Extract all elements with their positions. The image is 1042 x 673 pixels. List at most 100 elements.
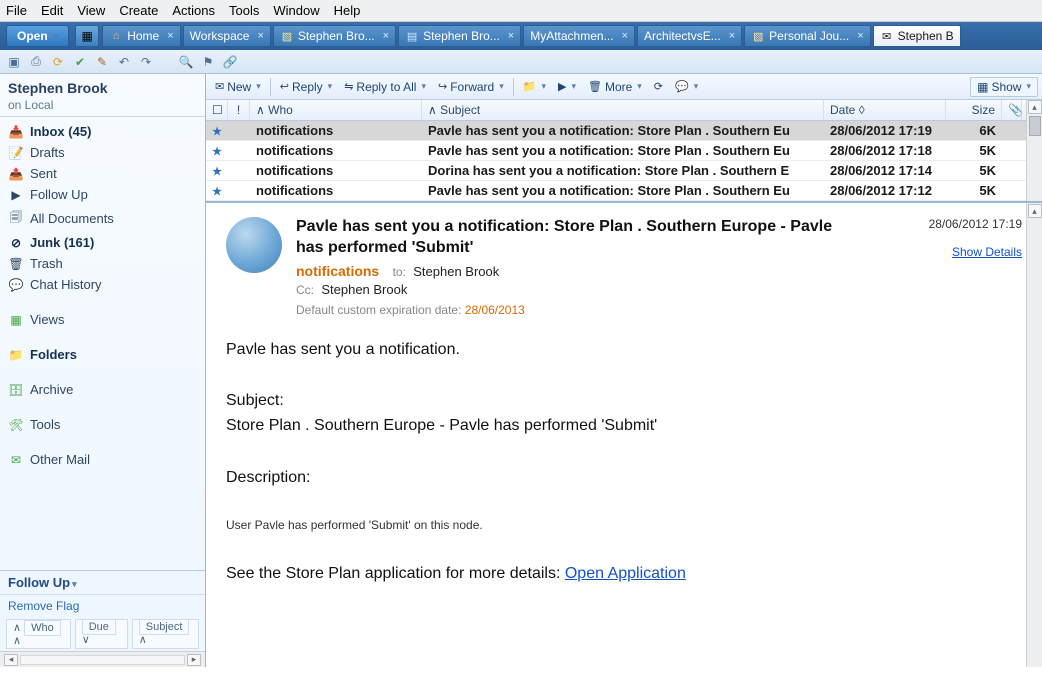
col-who[interactable]: ∧ Who — [250, 100, 422, 120]
scroll-right-icon[interactable]: ▸ — [187, 654, 201, 666]
forward-button[interactable]: ↪Forward▾ — [433, 78, 509, 96]
col-date[interactable]: Date ◊ — [824, 100, 946, 120]
fu-col-who[interactable]: ∧ Who ∧ — [6, 619, 71, 649]
close-icon[interactable]: × — [508, 30, 514, 42]
menu-view[interactable]: View — [77, 3, 105, 18]
col-attach[interactable]: 📎 — [1002, 100, 1022, 120]
tab-label: Stephen Bro... — [423, 29, 500, 43]
cc-label: Cc: — [296, 283, 314, 297]
close-icon[interactable]: × — [257, 30, 263, 42]
menu-create[interactable]: Create — [119, 3, 158, 18]
sidebar-list: 📥Inbox (45) 📝Drafts 📤Sent ▶Follow Up 🗐Al… — [0, 117, 205, 570]
col-size[interactable]: Size — [946, 100, 1002, 120]
sidebar-item-followup[interactable]: ▶Follow Up — [0, 184, 205, 205]
print-icon[interactable]: ⎙ — [28, 54, 44, 70]
cell-size: 5K — [946, 181, 1002, 200]
star-icon[interactable]: ★ — [206, 161, 228, 180]
flag-button[interactable]: ▶▾ — [553, 78, 581, 95]
tab-myattachments[interactable]: MyAttachmen...× — [523, 25, 635, 47]
close-icon[interactable]: × — [622, 30, 628, 42]
delete-button[interactable]: 🗑More▾ — [583, 78, 647, 96]
column-header-row: ☐ ! ∧ Who ∧ Subject Date ◊ Size 📎 ⚑ — [206, 100, 1042, 121]
col-subject[interactable]: ∧ Subject — [422, 100, 824, 120]
menu-tools[interactable]: Tools — [229, 3, 259, 18]
col-select[interactable]: ☐ — [206, 100, 228, 120]
sidebar-item-trash[interactable]: 🗑Trash — [0, 253, 205, 274]
tab-stephen-1[interactable]: ▧Stephen Bro...× — [273, 25, 396, 47]
scroll-up-icon[interactable]: ▴ — [1028, 100, 1042, 114]
chat-button[interactable]: 💬▾ — [670, 78, 703, 95]
sidebar-item-junk[interactable]: ⊘Junk (161) — [0, 232, 205, 253]
menu-actions[interactable]: Actions — [172, 3, 215, 18]
menu-edit[interactable]: Edit — [41, 3, 63, 18]
save-icon[interactable]: ▣ — [6, 54, 22, 70]
fu-col-due[interactable]: Due ∨ — [75, 619, 128, 649]
sidebar-item-sent[interactable]: 📤Sent — [0, 163, 205, 184]
close-icon[interactable]: × — [167, 30, 173, 42]
horizontal-scrollbar[interactable]: ◂ ▸ — [0, 651, 205, 667]
sidebar-item-tools[interactable]: 🛠Tools — [0, 414, 205, 435]
check-icon[interactable]: ✔ — [72, 54, 88, 70]
list-vertical-scrollbar[interactable]: ▴ — [1026, 100, 1042, 201]
tab-stephen-active[interactable]: ✉Stephen B — [873, 25, 961, 47]
message-row[interactable]: ★ notifications Pavle has sent you a not… — [206, 181, 1042, 201]
preview-vertical-scrollbar[interactable]: ▴ — [1026, 203, 1042, 667]
sidebar-item-label: All Documents — [30, 211, 114, 226]
tab-workspace[interactable]: Workspace× — [183, 25, 271, 47]
undo-icon[interactable]: ↶ — [116, 54, 132, 70]
scroll-left-icon[interactable]: ◂ — [4, 654, 18, 666]
menu-file[interactable]: File — [6, 3, 27, 18]
folder-move-button[interactable]: 📁▾ — [518, 78, 551, 95]
star-icon[interactable]: ★ — [206, 141, 228, 160]
new-button[interactable]: ✉New▾ — [210, 78, 266, 96]
refresh-icon[interactable]: ⟳ — [50, 54, 66, 70]
body-subject: Store Plan . Southern Europe - Pavle has… — [226, 413, 1022, 439]
star-icon[interactable]: ★ — [206, 181, 228, 200]
close-icon[interactable]: × — [729, 30, 735, 42]
sidebar-item-alldocs[interactable]: 🗐All Documents — [0, 205, 205, 232]
search-icon[interactable]: 🔍 — [178, 54, 194, 70]
expiration-line: Default custom expiration date: 28/06/20… — [296, 303, 858, 317]
open-button[interactable]: Open ▾ — [6, 25, 69, 47]
tab-stephen-2[interactable]: ▤Stephen Bro...× — [398, 25, 521, 47]
reply-all-button[interactable]: ⇋Reply to All▾ — [339, 78, 431, 96]
fu-col-subject[interactable]: Subject ∧ — [132, 619, 199, 649]
menu-help[interactable]: Help — [334, 3, 361, 18]
scroll-up-icon[interactable]: ▴ — [1028, 204, 1042, 218]
tab-personal-journal[interactable]: ▧Personal Jou...× — [744, 25, 870, 47]
cell-who: notifications — [250, 141, 422, 160]
open-application-link[interactable]: Open Application — [565, 565, 686, 582]
scroll-thumb[interactable] — [1029, 116, 1041, 136]
message-row[interactable]: ★ notifications Dorina has sent you a no… — [206, 161, 1042, 181]
col-priority[interactable]: ! — [228, 100, 250, 120]
edit-icon[interactable]: ✎ — [94, 54, 110, 70]
sidebar-item-inbox[interactable]: 📥Inbox (45) — [0, 121, 205, 142]
remove-flag-link[interactable]: Remove Flag — [0, 595, 205, 617]
scroll-track[interactable] — [20, 655, 185, 665]
sidebar-item-folders[interactable]: 📁Folders — [0, 344, 205, 365]
menu-window[interactable]: Window — [273, 3, 319, 18]
sidebar-item-drafts[interactable]: 📝Drafts — [0, 142, 205, 163]
tab-architects[interactable]: ArchitectvsE... × — [637, 25, 742, 47]
star-icon[interactable]: ★ — [206, 121, 228, 140]
redo-icon[interactable]: ↷ — [138, 54, 154, 70]
sidebar-item-views[interactable]: ▦Views — [0, 309, 205, 330]
show-button[interactable]: ▦Show▾ — [970, 77, 1038, 97]
close-icon[interactable]: × — [383, 30, 389, 42]
sidebar-item-archive[interactable]: 🗄Archive — [0, 379, 205, 400]
sidebar-item-othermail[interactable]: ✉Other Mail — [0, 449, 205, 470]
message-row[interactable]: ★ notifications Pavle has sent you a not… — [206, 121, 1042, 141]
followup-header[interactable]: Follow Up▾ — [0, 571, 205, 595]
reply-button[interactable]: ↩Reply▾ — [275, 78, 337, 96]
show-details-link[interactable]: Show Details — [872, 245, 1022, 259]
tab-grid-icon[interactable]: ▦ — [75, 25, 99, 47]
close-icon[interactable]: × — [857, 30, 863, 42]
message-row[interactable]: ★ notifications Pavle has sent you a not… — [206, 141, 1042, 161]
bookmark-icon[interactable]: ⚑ — [200, 54, 216, 70]
link-icon[interactable]: 🔗 — [222, 54, 238, 70]
refresh-button[interactable]: ⟳ — [649, 78, 668, 95]
tab-home[interactable]: ⌂Home× — [102, 25, 180, 47]
sidebar-item-chat[interactable]: 💬Chat History — [0, 274, 205, 295]
sidebar-item-label: Other Mail — [30, 452, 90, 467]
tab-label: ArchitectvsE... — [644, 29, 721, 43]
